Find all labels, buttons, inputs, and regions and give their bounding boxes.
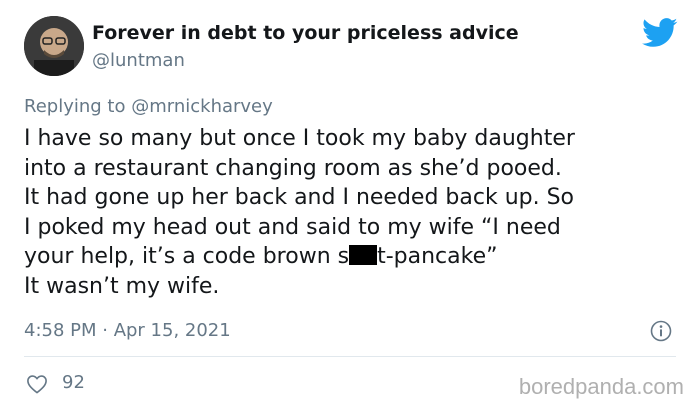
tweet-text-after-redaction: t-pancake” bbox=[377, 244, 498, 269]
tweet-line: into a restaurant changing room as she’d… bbox=[24, 155, 562, 181]
tweet-line: I have so many but once I took my baby d… bbox=[24, 126, 575, 151]
tweet-line: I poked my head out and said to my wife … bbox=[24, 214, 561, 240]
redaction-box bbox=[349, 245, 378, 265]
heart-icon[interactable] bbox=[26, 374, 48, 394]
like-count: 92 bbox=[62, 372, 85, 393]
reply-prefix: Replying to bbox=[24, 96, 126, 117]
tweet-timestamp[interactable]: 4:58 PM · Apr 15, 2021 bbox=[24, 320, 231, 341]
tweet-line: It wasn’t my wife. bbox=[24, 273, 220, 299]
divider bbox=[24, 356, 676, 357]
user-handle[interactable]: @luntman bbox=[92, 50, 185, 71]
info-icon[interactable] bbox=[650, 320, 672, 342]
tweet-text-before-redaction: your help, it’s a code brown s bbox=[24, 244, 350, 269]
tweet-text: I have so many but once I took my baby d… bbox=[24, 124, 684, 301]
watermark: boredpanda.com bbox=[518, 374, 684, 399]
reply-context: Replying to @mrnickharvey bbox=[24, 96, 273, 117]
tweet-line: It had gone up her back and I needed bac… bbox=[24, 185, 575, 210]
avatar-image bbox=[24, 16, 84, 76]
display-name[interactable]: Forever in debt to your priceless advice bbox=[92, 22, 519, 44]
reply-mention-link[interactable]: @mrnickharvey bbox=[131, 96, 273, 117]
tweet-line-redacted: your help, it’s a code brown s t-pancake” bbox=[24, 242, 684, 272]
twitter-bird-icon[interactable] bbox=[642, 18, 678, 48]
avatar[interactable] bbox=[24, 16, 84, 76]
